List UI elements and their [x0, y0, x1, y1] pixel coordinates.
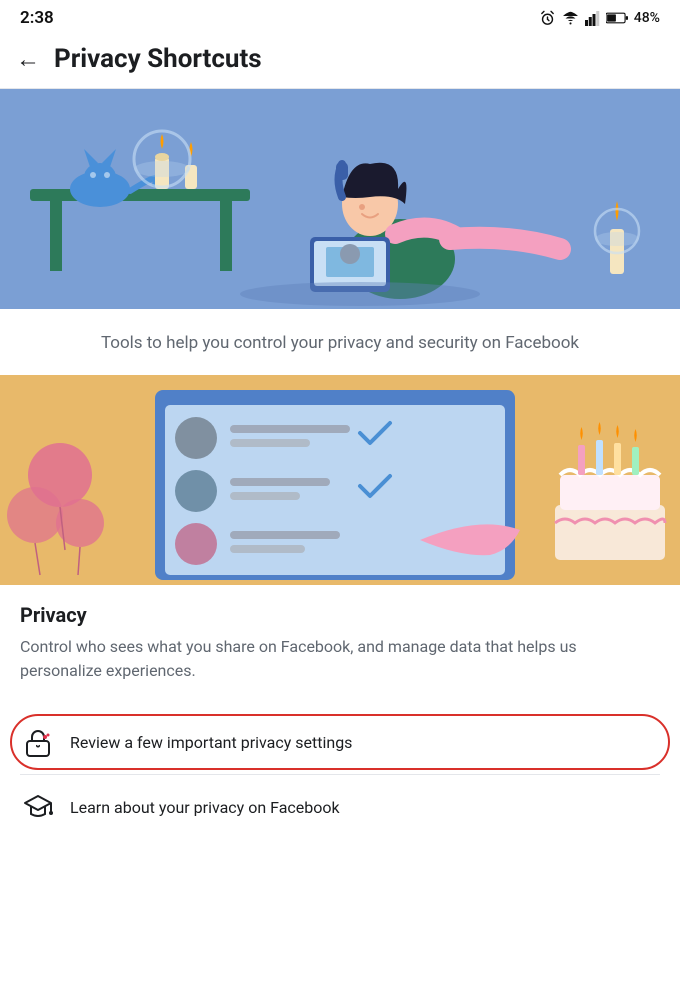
privacy-text-section: Privacy Control who sees what you share … — [0, 585, 680, 701]
status-icons: 48% — [539, 10, 660, 27]
lock-heart-icon — [20, 724, 56, 760]
privacy-body: Control who sees what you share on Faceb… — [20, 635, 660, 685]
wifi-icon — [562, 10, 579, 27]
battery-icon — [606, 12, 628, 24]
hero-banner — [0, 89, 680, 309]
status-time: 2:38 — [20, 8, 54, 28]
status-bar: 2:38 48% — [0, 0, 680, 34]
hero-description: Tools to help you control your privacy a… — [30, 331, 650, 357]
alarm-icon — [539, 10, 556, 27]
review-settings-label: Review a few important privacy settings — [70, 733, 660, 752]
back-button[interactable]: ← — [16, 45, 40, 74]
signal-icon — [585, 10, 600, 27]
privacy-card-illustration — [0, 375, 680, 585]
hero-illustration — [0, 89, 680, 309]
header: ← Privacy Shortcuts — [0, 34, 680, 89]
menu-list: Review a few important privacy settings … — [0, 700, 680, 849]
page-title: Privacy Shortcuts — [54, 44, 262, 74]
menu-item-learn-privacy[interactable]: Learn about your privacy on Facebook — [0, 775, 680, 839]
learn-privacy-label: Learn about your privacy on Facebook — [70, 798, 660, 817]
description-section: Tools to help you control your privacy a… — [0, 309, 680, 375]
battery-percentage: 48% — [634, 10, 660, 26]
menu-item-review-settings[interactable]: Review a few important privacy settings — [0, 710, 680, 774]
privacy-heading: Privacy — [20, 603, 660, 627]
graduation-icon — [20, 789, 56, 825]
privacy-illustration — [0, 375, 680, 585]
